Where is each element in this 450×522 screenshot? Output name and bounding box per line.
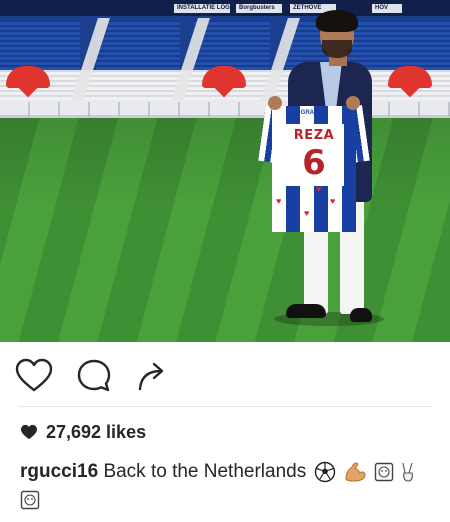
hand-right [346,96,360,110]
heart-outline-icon[interactable] [14,356,54,396]
post-photo[interactable]: INSTALLATIE LOGE Borgbusters ZETHOVE HOV… [0,0,450,342]
flexed-biceps-icon [345,462,366,482]
share-arrow-icon[interactable] [132,356,172,396]
post-actions [0,342,450,408]
jersey-sponsor: GRANDO [300,110,328,116]
hand-left [268,96,282,110]
likes-count[interactable]: 27,692 likes [20,420,146,444]
jersey-heart-icon: ♥ [304,208,310,218]
football-pitch [0,118,450,342]
likes-text: 27,692 likes [46,421,147,442]
soccer-ball-icon [314,461,335,483]
jersey-heart-icon: ♥ [276,196,282,206]
framed-face-icon [20,490,40,510]
pitch-boarding-poles [0,102,450,116]
hair [316,10,358,32]
stadium-ad: INSTALLATIE LOGE [174,4,230,13]
shoe-left [286,304,326,318]
victory-hand-icon [402,462,414,482]
trousers-right [340,222,364,314]
jersey-name: REZA [293,128,335,143]
framed-face-icon [374,462,394,482]
jersey-heart-icon: ♥ [316,184,322,194]
heart-filled-icon [21,424,37,440]
actions-divider [18,406,432,407]
shoe-right [350,308,372,322]
football-jersey: GRANDO REZA 6 ♥ ♥ ♥ ♥ [258,96,370,232]
caption-username[interactable]: rgucci16 [20,461,98,482]
comment-bubble-icon[interactable] [74,356,114,396]
jersey-heart-icon: ♥ [330,196,336,206]
caption-text: Back to the Netherlands [103,461,307,482]
post-caption: rgucci16 Back to the Netherlands [20,458,440,514]
jersey-number: 6 [302,143,326,183]
beard [322,40,352,58]
trousers-left [304,222,328,314]
